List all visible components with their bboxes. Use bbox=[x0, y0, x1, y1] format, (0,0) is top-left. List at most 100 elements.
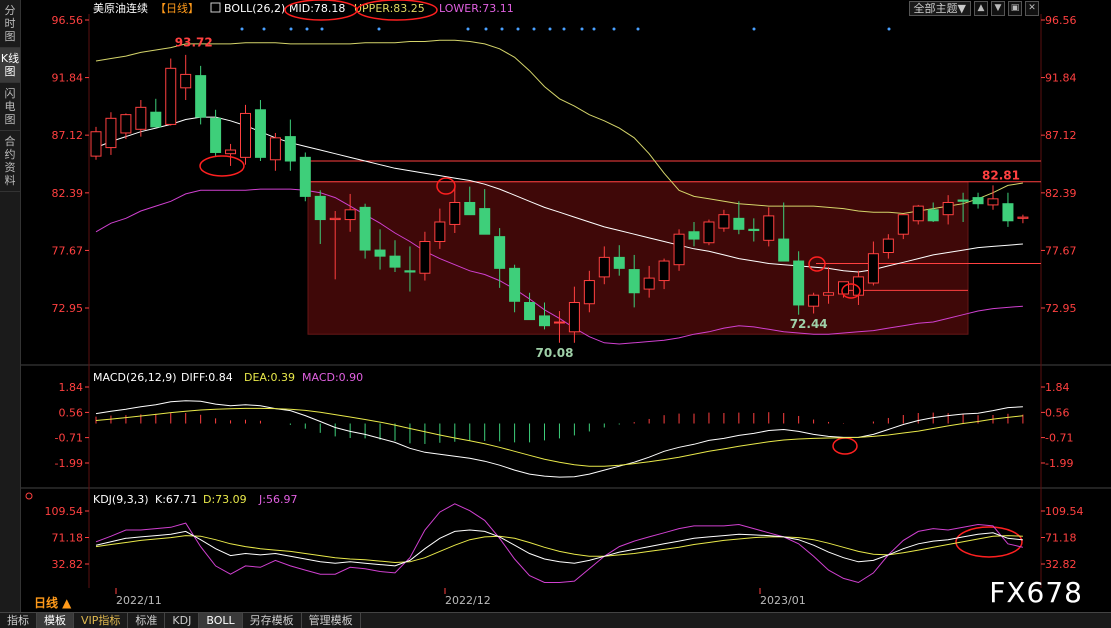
move-down-icon[interactable]: ▼ bbox=[991, 1, 1005, 16]
btab-indicators[interactable]: 指标 bbox=[0, 613, 37, 628]
candle bbox=[718, 214, 730, 229]
x-tick-label: 2022/11 bbox=[116, 594, 162, 607]
btab-boll[interactable]: BOLL bbox=[199, 613, 243, 628]
candle bbox=[897, 214, 909, 235]
signal-dot bbox=[612, 27, 616, 31]
header-text: 【日线】 bbox=[155, 1, 199, 15]
y-tick-label: 82.39 bbox=[52, 187, 84, 200]
signal-dot bbox=[240, 27, 244, 31]
highlight-circle bbox=[955, 526, 1023, 558]
candle bbox=[509, 267, 521, 302]
y-tick-label: 77.67 bbox=[52, 244, 84, 257]
signal-dot bbox=[636, 27, 640, 31]
signal-dot bbox=[289, 27, 293, 31]
btab-template[interactable]: 模板 bbox=[37, 613, 74, 628]
candle bbox=[882, 238, 894, 253]
candle bbox=[419, 241, 431, 274]
btab-manage-template[interactable]: 管理模板 bbox=[302, 613, 361, 628]
y-tick-label: 71.18 bbox=[1045, 532, 1077, 545]
candle bbox=[449, 201, 461, 225]
candle bbox=[643, 277, 655, 290]
candle bbox=[464, 201, 476, 216]
kdj-j-label: J:56.97 bbox=[258, 493, 297, 506]
chart-canvas[interactable]: 96.56 96.56 91.84 91.84 87.12 87.12 82.39 82.39… bbox=[21, 0, 1111, 612]
kdj-name: KDJ(9,3,3) bbox=[93, 493, 149, 506]
mid-label: MID:78.18 bbox=[289, 2, 345, 15]
btab-vip-indicators[interactable]: VIP指标 bbox=[74, 613, 129, 628]
theme-select[interactable]: 全部主题▼ bbox=[908, 1, 971, 16]
candle bbox=[284, 136, 296, 162]
y-tick-label: 71.18 bbox=[52, 532, 84, 545]
y-tick-label: 109.54 bbox=[45, 505, 84, 518]
top-right-controls: 全部主题▼ ▲ ▼ ▣ ✕ bbox=[908, 1, 1039, 16]
btab-standard[interactable]: 标准 bbox=[128, 613, 166, 628]
y-tick-label: 87.12 bbox=[52, 129, 84, 142]
signal-dot bbox=[320, 27, 324, 31]
candle bbox=[269, 137, 281, 161]
watermark-logo: FX678 bbox=[989, 576, 1083, 609]
y-tick-label: 82.39 bbox=[1045, 187, 1077, 200]
candle bbox=[703, 221, 715, 244]
candle bbox=[553, 321, 565, 324]
signal-dot bbox=[305, 27, 309, 31]
candle bbox=[987, 198, 999, 206]
candle bbox=[942, 201, 954, 216]
tab-flash[interactable]: 闪电图 bbox=[0, 83, 20, 131]
close-icon[interactable]: ✕ bbox=[1025, 1, 1039, 16]
kdj-d-line bbox=[95, 535, 1023, 564]
candle bbox=[628, 269, 640, 294]
highlight-circle bbox=[832, 437, 858, 455]
btab-save-template[interactable]: 另存模板 bbox=[243, 613, 302, 628]
btab-kdj[interactable]: KDJ bbox=[165, 613, 200, 628]
signal-dot bbox=[887, 27, 891, 31]
x-tick-label: 2022/12 bbox=[445, 594, 491, 607]
y-tick-label: 91.84 bbox=[1045, 72, 1077, 85]
signal-dot bbox=[466, 27, 470, 31]
candle bbox=[240, 112, 251, 158]
signal-dot bbox=[592, 27, 596, 31]
candle bbox=[778, 238, 790, 262]
x-tick-label: 2023/01 bbox=[760, 594, 806, 607]
candle bbox=[1002, 203, 1014, 222]
kdj-marker-icon bbox=[25, 492, 33, 500]
period-selector[interactable]: 日线 ▲ bbox=[34, 594, 71, 611]
kdj-j-line bbox=[95, 503, 1024, 584]
y-tick-label: 72.95 bbox=[52, 302, 84, 315]
candle bbox=[135, 106, 147, 130]
price-annotation: 82.81 bbox=[982, 169, 1020, 183]
candle bbox=[389, 255, 401, 268]
candle bbox=[912, 205, 924, 222]
candle bbox=[150, 111, 162, 128]
price-annotation: 70.08 bbox=[536, 346, 574, 360]
candle bbox=[90, 131, 102, 157]
candle bbox=[165, 67, 177, 125]
macd-name: MACD(26,12,9) bbox=[93, 371, 177, 384]
y-tick-label: -1.99 bbox=[1045, 457, 1073, 470]
highlight-circle bbox=[199, 155, 245, 177]
candle bbox=[957, 199, 969, 202]
candle bbox=[972, 197, 984, 205]
maximize-icon[interactable]: ▣ bbox=[1008, 1, 1022, 16]
signal-dot bbox=[532, 27, 536, 31]
tab-contract-info[interactable]: 合约资料 bbox=[0, 131, 20, 192]
y-tick-label: 1.84 bbox=[59, 381, 84, 394]
y-tick-label: -0.71 bbox=[55, 432, 83, 445]
macd-diff-line bbox=[95, 400, 1023, 478]
tab-timeshare[interactable]: 分时图 bbox=[0, 0, 20, 48]
tab-kline[interactable]: K线图 bbox=[0, 48, 20, 83]
candle bbox=[344, 209, 356, 221]
move-up-icon[interactable]: ▲ bbox=[974, 1, 988, 16]
candle bbox=[763, 215, 775, 241]
candle bbox=[210, 117, 222, 153]
candle bbox=[539, 315, 550, 327]
bottom-toolbar: 指标 模板 VIP指标 标准 KDJ BOLL 另存模板 管理模板 bbox=[0, 612, 1111, 628]
candle bbox=[314, 195, 326, 221]
candle bbox=[434, 221, 446, 243]
candle bbox=[673, 233, 685, 266]
candle bbox=[404, 270, 416, 273]
y-tick-label: 1.84 bbox=[1045, 381, 1070, 394]
kdj-k-label: K:67.71 bbox=[155, 493, 197, 506]
chart-window: 分时图 K线图 闪电图 合约资料 96.56 96.56 91.84 91.84 87.… bbox=[0, 0, 1111, 628]
y-tick-label: 109.54 bbox=[1045, 505, 1084, 518]
y-tick-label: 0.56 bbox=[1045, 406, 1070, 419]
